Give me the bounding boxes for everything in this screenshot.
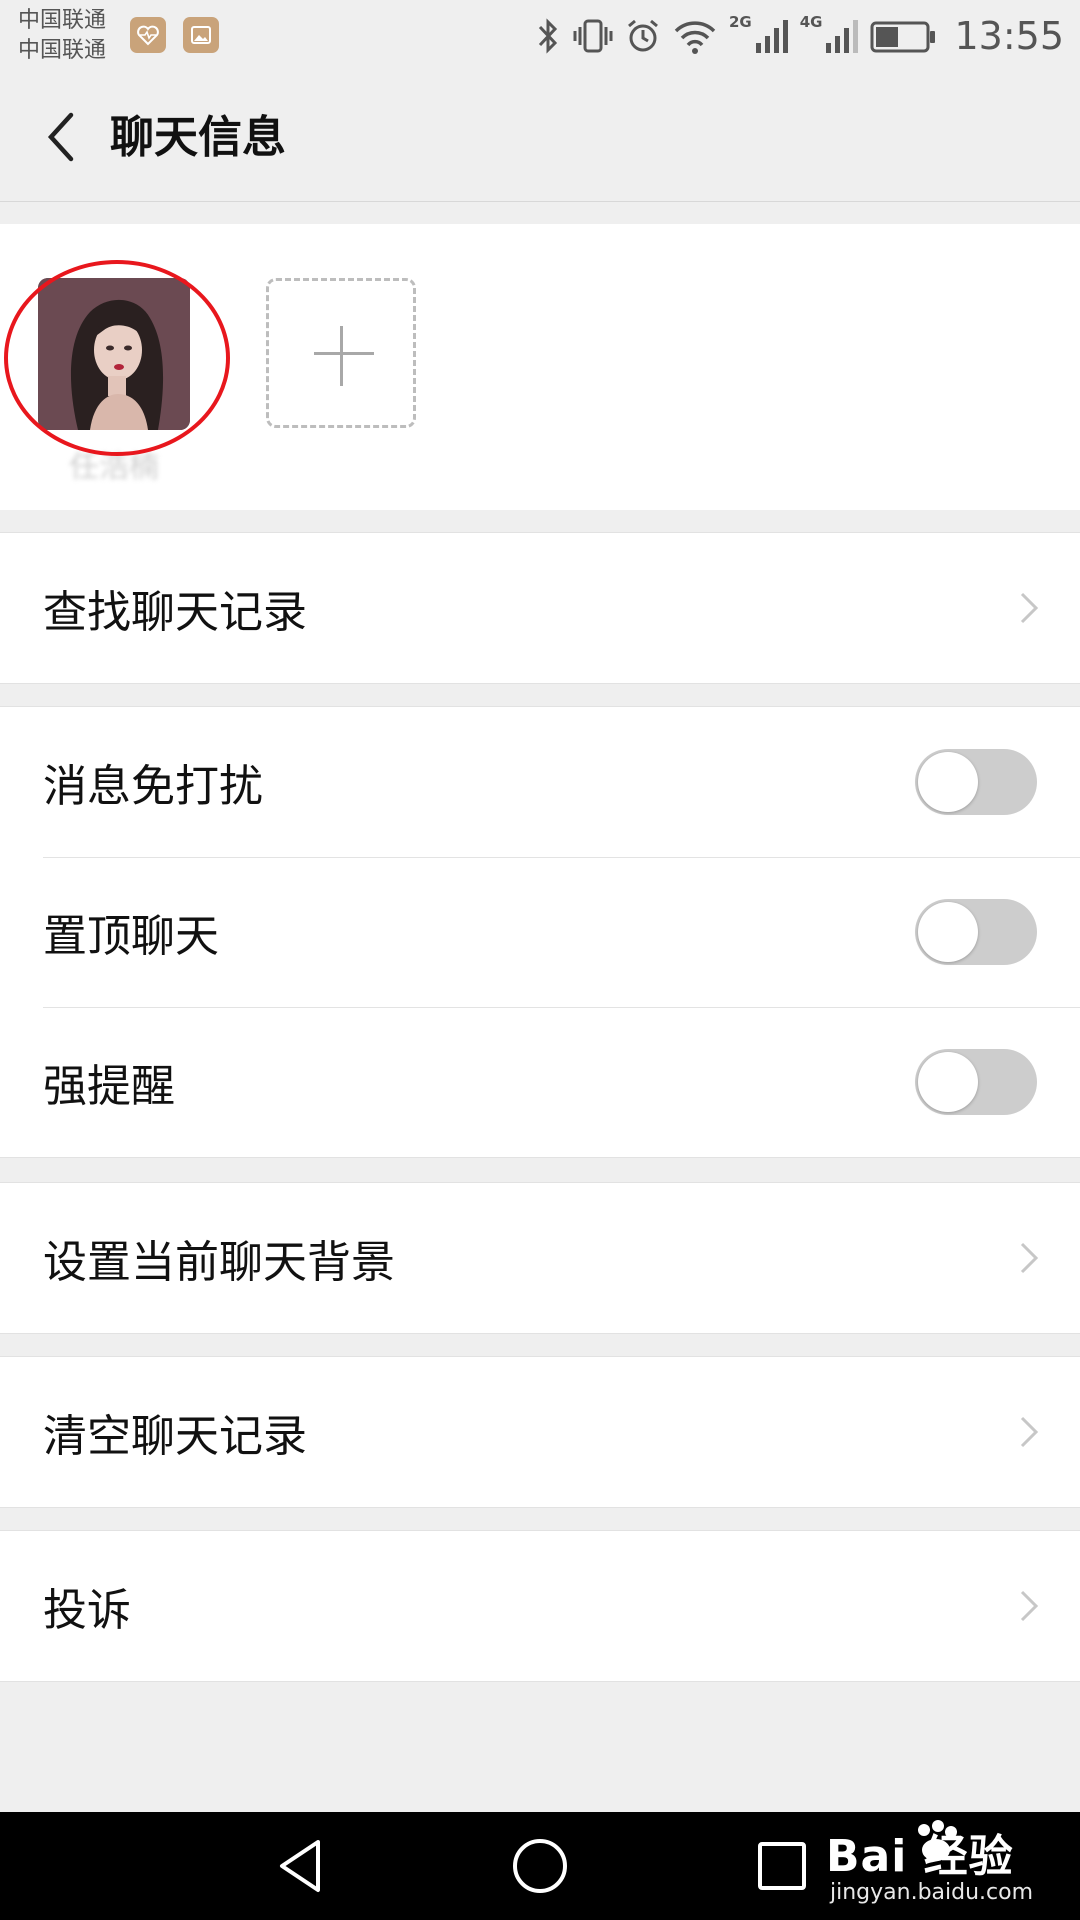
member-name: 任浩楠 [69,450,159,485]
battery-icon [870,21,936,53]
chevron-right-icon [1020,1242,1039,1274]
member-avatar[interactable] [38,278,190,430]
alert-toggle[interactable] [915,1049,1037,1115]
status-icons: 2G 4G 13:55 [535,6,1064,66]
status-bar: 中国联通 中国联通 2G 4G 13:55 [0,0,1080,72]
mute-toggle[interactable] [915,749,1037,815]
chevron-right-icon [1020,1416,1039,1448]
report-row[interactable]: 投诉 [0,1531,1080,1681]
pin-toggle[interactable] [915,899,1037,965]
set-background-label: 设置当前聊天背景 [43,1237,395,1288]
search-history-label: 查找聊天记录 [43,587,307,638]
avatar-portrait [38,278,190,430]
chevron-left-icon [47,112,74,162]
battery-fill [876,27,899,47]
baidu-watermark: Bai 经验 jingyan.baidu.com [826,1820,1066,1916]
title-bar: 聊天信息 [0,72,1080,202]
report-section: 投诉 [0,1530,1080,1682]
signal-4g-icon [826,20,859,53]
mute-label: 消息免打扰 [43,761,263,812]
vibrate-icon [573,19,613,53]
signal-2g-icon [755,20,788,53]
triangle-back-icon[interactable] [272,1836,332,1896]
network-2g-label: 2G [728,13,752,31]
alarm-icon [628,19,658,52]
health-app-icon [130,17,166,53]
network-4g-label: 4G [799,13,823,31]
wifi-icon [674,21,716,54]
carrier-2: 中国联通 [18,38,107,63]
set-background-row[interactable]: 设置当前聊天背景 [0,1183,1080,1333]
mute-row[interactable]: 消息免打扰 [0,707,1080,857]
search-section: 查找聊天记录 [0,532,1080,684]
add-member-button[interactable] [266,278,416,428]
alert-row[interactable]: 强提醒 [0,1007,1080,1157]
pin-label: 置顶聊天 [43,911,219,962]
back-button[interactable] [26,102,96,172]
watermark-brand: Bai 经验 [826,1831,1014,1882]
chat-info-screen: 中国联通 中国联通 2G 4G 13:55 聊天信息 任浩楠 查找聊天记录 消息… [0,0,1080,1920]
carrier-1: 中国联通 [18,8,107,33]
square-recent-icon[interactable] [752,1836,812,1896]
bluetooth-icon [538,18,558,54]
report-label: 投诉 [43,1585,131,1636]
alert-label: 强提醒 [43,1061,175,1112]
clear-history-label: 清空聊天记录 [43,1411,307,1462]
chevron-right-icon [1020,592,1039,624]
members-section: 任浩楠 [0,224,1080,510]
clock: 13:55 [954,14,1064,58]
carrier-info: 中国联通 中国联通 [18,6,106,66]
chevron-right-icon [1020,1590,1039,1622]
navigation-bar: Bai 经验 jingyan.baidu.com [0,1812,1080,1920]
clear-history-row[interactable]: 清空聊天记录 [0,1357,1080,1507]
background-section: 设置当前聊天背景 [0,1182,1080,1334]
watermark-url: jingyan.baidu.com [830,1880,1034,1905]
page-title: 聊天信息 [110,112,286,163]
toggle-settings-section: 消息免打扰 置顶聊天 强提醒 [0,706,1080,1158]
clear-section: 清空聊天记录 [0,1356,1080,1508]
gallery-app-icon [183,17,219,53]
pin-row[interactable]: 置顶聊天 [0,857,1080,1007]
search-history-row[interactable]: 查找聊天记录 [0,533,1080,683]
circle-home-icon[interactable] [510,1836,570,1896]
